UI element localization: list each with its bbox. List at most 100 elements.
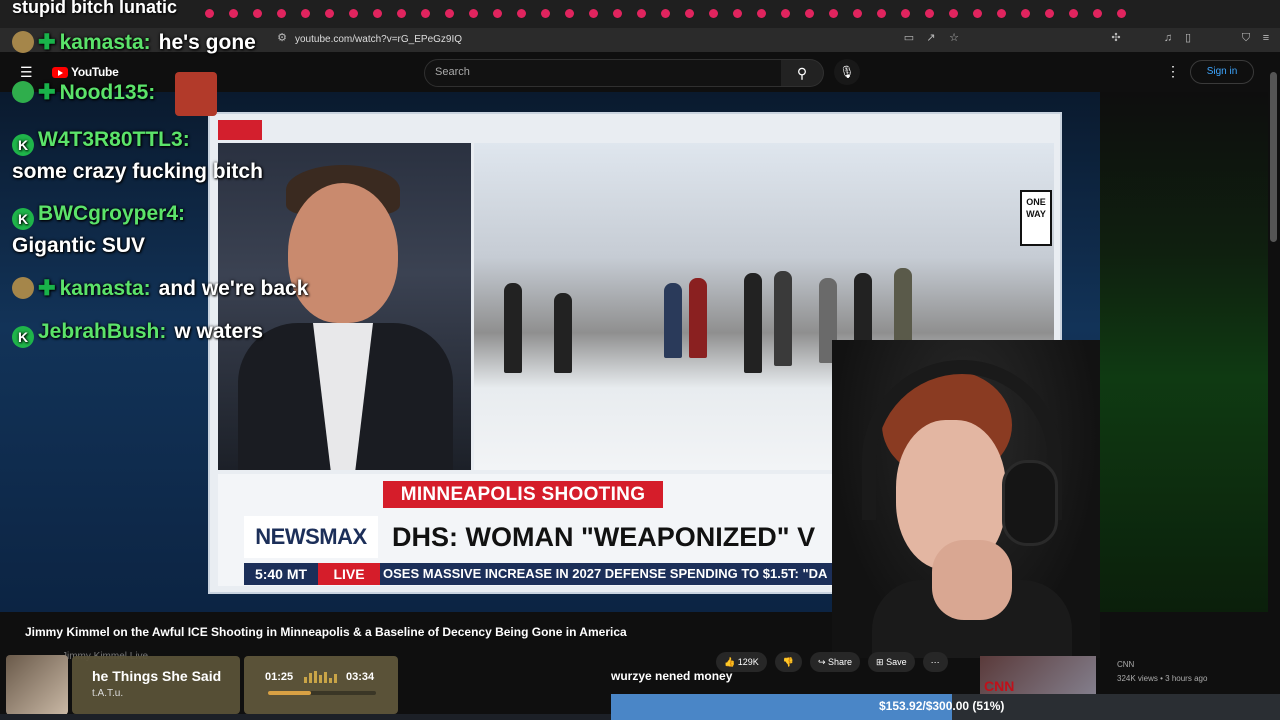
breaking-label: MINNEAPOLIS SHOOTING xyxy=(383,481,663,508)
broadcast-headline: DHS: WOMAN "WEAPONIZED" V xyxy=(392,522,816,552)
chat-username: kamasta: xyxy=(59,277,151,300)
tab-favicon-icon[interactable] xyxy=(733,9,742,18)
search-button[interactable]: ⚲ xyxy=(781,59,824,87)
tab-favicon-icon[interactable] xyxy=(805,9,814,18)
save-icon: ⊞ xyxy=(876,657,887,667)
tab-favicon-icon[interactable] xyxy=(829,9,838,18)
chat-emote-image xyxy=(175,72,217,116)
tab-favicon-icon[interactable] xyxy=(253,9,262,18)
chat-text: Gigantic SUV xyxy=(12,234,146,257)
tab-favicon-icon[interactable] xyxy=(469,9,478,18)
tab-favicon-icon[interactable] xyxy=(877,9,886,18)
tab-favicon-icon[interactable] xyxy=(445,9,454,18)
tab-favicon-icon[interactable] xyxy=(781,9,790,18)
song-artist: t.A.T.u. xyxy=(92,688,124,699)
sidebar-icon[interactable]: ▯ xyxy=(1182,32,1194,44)
more-actions-button[interactable]: ⋯ xyxy=(922,652,948,672)
youtube-play-icon xyxy=(52,66,68,78)
chat-badge-icon xyxy=(12,31,34,53)
tab-favicon-icon[interactable] xyxy=(1045,9,1054,18)
thumbnail-text: CNN xyxy=(984,678,1015,694)
tab-favicon-icon[interactable] xyxy=(949,9,958,18)
browser-tab-strip xyxy=(0,0,1280,28)
tab-favicon-icon[interactable] xyxy=(1093,9,1102,18)
tab-favicon-icon[interactable] xyxy=(925,9,934,18)
tab-favicon-icon[interactable] xyxy=(973,9,982,18)
tab-favicon-icon[interactable] xyxy=(565,9,574,18)
share-arrow-icon: ↪ xyxy=(817,657,829,667)
install-icon[interactable]: ▭ xyxy=(903,32,915,44)
extensions-icon[interactable]: ✣ xyxy=(1110,32,1122,44)
video-title: Jimmy Kimmel on the Awful ICE Shooting i… xyxy=(25,625,627,639)
more-options-icon[interactable]: ⋮ xyxy=(1166,63,1180,80)
chat-message: ✚ kamasta: he's gone xyxy=(12,30,256,55)
tab-favicon-icon[interactable] xyxy=(277,9,286,18)
url-field[interactable]: youtube.com/watch?v=rG_EPeGz9IQ xyxy=(295,34,462,45)
tab-favicon-icon[interactable] xyxy=(325,9,334,18)
tab-favicon-icon[interactable] xyxy=(349,9,358,18)
recommended-video-meta: 324K views • 3 hours ago xyxy=(1117,674,1208,683)
scrollbar-thumb[interactable] xyxy=(1270,72,1277,242)
streamer-hand xyxy=(932,540,1012,620)
tab-favicon-icon[interactable] xyxy=(709,9,718,18)
one-way-sign: ONE WAY xyxy=(1020,190,1052,246)
broadcast-time: 5:40 MT xyxy=(244,563,318,585)
shield-icon[interactable]: ⛉ xyxy=(1240,32,1252,44)
tab-favicon-icon[interactable] xyxy=(661,9,670,18)
tab-favicon-icon[interactable] xyxy=(229,9,238,18)
chat-badge-icon xyxy=(12,277,34,299)
media-icon[interactable]: ♫ xyxy=(1162,32,1174,44)
microphone-icon[interactable]: 🎙 xyxy=(834,59,860,85)
chat-badge-icon: K xyxy=(12,134,34,156)
tab-favicon-icon[interactable] xyxy=(901,9,910,18)
sign-in-button[interactable]: Sign in xyxy=(1190,60,1254,84)
tab-favicon-icon[interactable] xyxy=(205,9,214,18)
stream-alert-text: stupid bitch lunatic xyxy=(12,0,177,17)
search-input[interactable]: Search xyxy=(424,59,782,87)
dislike-button[interactable]: 👎 xyxy=(774,652,802,672)
youtube-logo[interactable]: YouTube xyxy=(52,65,119,79)
total-time: 03:34 xyxy=(346,671,375,683)
search-icon: ⚲ xyxy=(796,65,808,81)
tab-favicon-icon[interactable] xyxy=(1117,9,1126,18)
share-button[interactable]: ↪ Share xyxy=(809,652,861,672)
video-actions: 👍 129K 👎 ↪ Share ⊞ Save ⋯ xyxy=(716,652,948,672)
recommended-video-channel[interactable]: CNN xyxy=(1117,660,1134,669)
tab-favicon-icon[interactable] xyxy=(517,9,526,18)
chat-message: K BWCgroyper4: xyxy=(12,202,193,230)
hamburger-menu-icon[interactable]: ☰ xyxy=(20,64,33,81)
crowd-person xyxy=(774,271,792,366)
subscriber-icon: ✚ xyxy=(38,277,56,300)
chat-message: K JebrahBush: w waters xyxy=(12,320,263,348)
song-title: he Things She Said xyxy=(92,668,222,684)
tab-favicon-icon[interactable] xyxy=(397,9,406,18)
tab-favicon-icon[interactable] xyxy=(853,9,862,18)
tab-favicon-icon[interactable] xyxy=(373,9,382,18)
tab-favicon-icon[interactable] xyxy=(997,9,1006,18)
tab-favicon-icon[interactable] xyxy=(589,9,598,18)
chat-username: BWCgroyper4: xyxy=(38,202,186,225)
youtube-logo-text: YouTube xyxy=(71,65,119,79)
like-count: 129K xyxy=(737,657,759,667)
tab-favicon-icon[interactable] xyxy=(637,9,646,18)
tab-favicon-icon[interactable] xyxy=(1069,9,1078,18)
tab-favicon-icon[interactable] xyxy=(685,9,694,18)
tab-favicon-icon[interactable] xyxy=(301,9,310,18)
crowd-person xyxy=(504,283,522,373)
tab-favicon-icon[interactable] xyxy=(541,9,550,18)
chat-username: W4T3R80TTL3: xyxy=(38,128,190,151)
tab-favicon-icon[interactable] xyxy=(613,9,622,18)
headset-earcup xyxy=(1002,460,1058,546)
tab-favicon-icon[interactable] xyxy=(421,9,430,18)
save-button[interactable]: ⊞ Save xyxy=(868,652,915,672)
tab-favicon-icon[interactable] xyxy=(493,9,502,18)
live-badge: LIVE xyxy=(318,563,380,585)
site-info-icon[interactable]: ⚙ xyxy=(276,32,288,44)
menu-icon[interactable]: ≡ xyxy=(1260,32,1272,44)
chat-message: ✚ Nood135: xyxy=(12,80,163,105)
share-icon[interactable]: ↗ xyxy=(925,32,937,44)
bookmark-icon[interactable]: ☆ xyxy=(948,32,960,44)
tab-favicon-icon[interactable] xyxy=(757,9,766,18)
tab-favicon-icon[interactable] xyxy=(1021,9,1030,18)
subscriber-icon: ✚ xyxy=(38,31,56,54)
